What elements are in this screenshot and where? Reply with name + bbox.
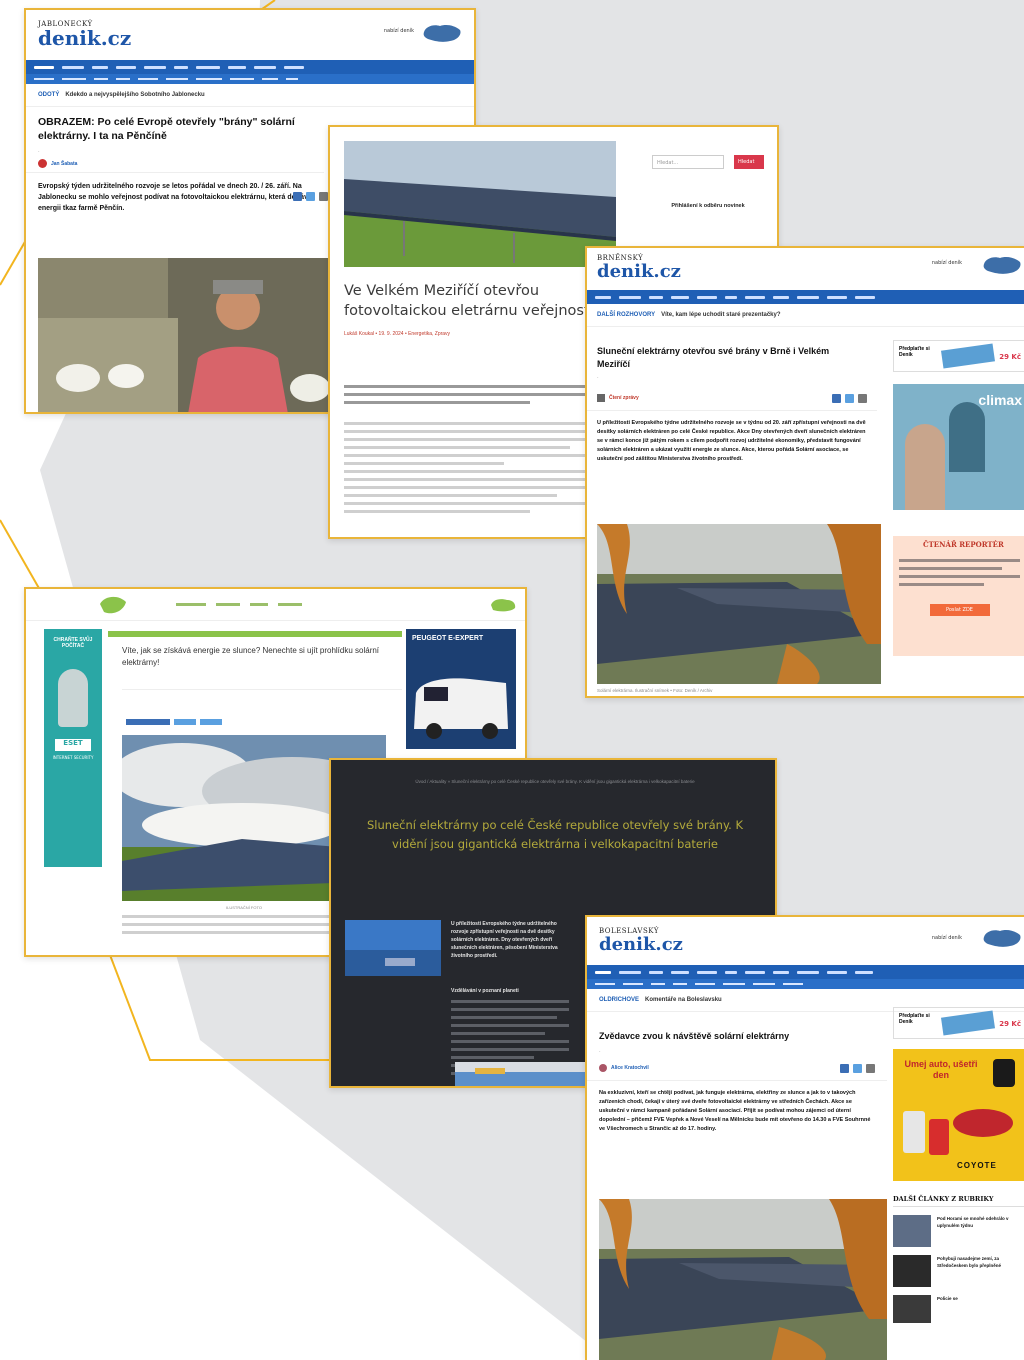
solar-roof-thumbnail	[345, 920, 441, 976]
eset-ad[interactable]: CHRAŇTE SVŮJ POČÍTAČ ESET INTERNET SECUR…	[44, 629, 102, 867]
subscription-ad[interactable]: Předplaťte si Deník 29 Kč	[893, 340, 1024, 372]
rubric-thumbnail	[893, 1215, 931, 1247]
share-buttons[interactable]	[836, 1058, 875, 1077]
author-avatar	[38, 159, 47, 168]
sub-nav[interactable]	[26, 74, 474, 84]
rubric-item[interactable]: Pohybují nasadejme zemí, za Středočeskem…	[893, 1255, 1024, 1295]
author-row: Čtení zprávy	[587, 385, 877, 411]
article-card-brnensky[interactable]: BRNĚNSKÝ denik.cz nabízí deník DALŠÍ ROZ…	[585, 246, 1024, 698]
article-meta: Lukáš Koukal • 19. 9. 2024 • Energetika,…	[344, 331, 451, 337]
peugeot-ad[interactable]: PEUGEOT E-EXPERT	[406, 629, 516, 749]
category-bar	[108, 631, 402, 637]
article-date: ·	[597, 375, 599, 381]
author-row: Jan Šabata	[26, 155, 324, 173]
newsletter-title: Přihlášení k odběru novinek	[671, 203, 745, 209]
twitter-icon[interactable]	[845, 394, 854, 403]
rubric-list: Pod Horami se mnohé odehrálo v uplynulém…	[893, 1215, 1024, 1325]
bottle-image	[903, 1111, 925, 1153]
email-icon[interactable]	[866, 1064, 875, 1073]
twitter-share-button[interactable]	[174, 719, 196, 725]
breadcrumb: DALŠÍ ROZHOVORY Víte, kam lépe uchodit st…	[587, 304, 1024, 327]
breadcrumb: ODOTÝ Kdekdo a nejvyspělejšího Sobotního …	[26, 84, 474, 107]
author-row: Alice Kratochvil	[587, 1055, 887, 1081]
article-lead: Na exkluzivní, kteří se chtějí podívat, …	[599, 1090, 871, 1132]
article-lead: U příležitosti Evropského týdne udržitel…	[451, 921, 558, 959]
rubric-item[interactable]: Policie se	[893, 1295, 1024, 1325]
twitter-icon[interactable]	[853, 1064, 862, 1073]
van-image	[414, 678, 508, 739]
header-right: nabízí deník	[931, 260, 962, 266]
author-avatar	[597, 393, 605, 402]
robot-image	[58, 669, 88, 727]
author-name[interactable]: Jan Šabata	[51, 161, 77, 167]
climax-ad[interactable]: climax	[893, 384, 1024, 510]
newspaper-image	[941, 1010, 995, 1036]
reporter-widget[interactable]: ČTENÁŘ REPORTÉR Poslat ZDE	[893, 536, 1024, 656]
main-nav[interactable]	[26, 60, 474, 74]
breadcrumb: Úvod / Aktuality » Sluneční elektrárny p…	[415, 779, 695, 784]
coyote-logo-icon	[993, 1059, 1015, 1087]
czech-map-icon	[983, 257, 1021, 274]
portal-nav[interactable]	[176, 603, 302, 606]
portal-logo-icon[interactable]	[98, 594, 128, 616]
facebook-icon[interactable]	[840, 1064, 849, 1073]
solar-field-photo	[599, 1199, 887, 1360]
share-buttons[interactable]	[289, 186, 328, 205]
email-icon[interactable]	[858, 394, 867, 403]
email-share-button[interactable]	[200, 719, 222, 725]
czech-map-icon	[983, 930, 1021, 947]
coyote-ad[interactable]: Umej auto, ušetři den COYOTE	[893, 1049, 1024, 1181]
article-title: OBRAZEM: Po celé Evropě otevřely "brány"…	[38, 116, 295, 142]
share-buttons[interactable]	[828, 388, 867, 407]
email-icon[interactable]	[319, 192, 328, 201]
facebook-icon[interactable]	[293, 192, 302, 201]
article-lead: U příležitosti Evropského týdne udržitel…	[597, 420, 866, 462]
search-input[interactable]: Hledat...	[652, 155, 724, 169]
facebook-icon[interactable]	[832, 394, 841, 403]
rubric-thumbnail	[893, 1255, 931, 1287]
farmer-photo	[38, 258, 334, 412]
solar-field-photo	[597, 524, 881, 684]
article-lead: Evropský týden udržitelného rozvoje se l…	[38, 183, 312, 212]
twitter-icon[interactable]	[306, 192, 315, 201]
article-title: Zvědavce zvou k návštěvě solární elektrá…	[599, 1031, 790, 1041]
article-subhead: Vzdělávání v poznaní planeti	[451, 988, 519, 994]
photo-caption: Solární elektrárna. Ilustrační snímek • …	[597, 688, 713, 693]
main-nav[interactable]	[587, 290, 1024, 304]
author-name[interactable]: Čtení zprávy	[609, 395, 639, 401]
rubric-item[interactable]: Pod Horami se mnohé odehrálo v uplynulém…	[893, 1215, 1024, 1255]
czech-map-icon	[423, 25, 461, 42]
search-button[interactable]: Hledat	[734, 155, 764, 169]
collage: JABLONECKÝ denik.cz nabízí deník ODOTÝ Kd…	[0, 0, 1024, 1360]
article-body	[344, 385, 610, 518]
photo-caption: ILUSTRAČNÍ FOTO	[226, 905, 262, 910]
rubric-title: DALŠÍ ČLÁNKY Z RUBRIKY	[893, 1195, 1024, 1207]
car-image	[953, 1109, 1013, 1137]
header-right: nabízí deník	[931, 935, 962, 941]
solar-panels-photo	[344, 141, 616, 267]
rubric-thumbnail	[893, 1295, 931, 1323]
sub-nav[interactable]	[587, 979, 1024, 989]
author-avatar	[599, 1063, 607, 1072]
header-right: nabízí deník	[383, 28, 414, 34]
article-card-boleslavsky[interactable]: BOLESLAVSKÝ denik.cz nabízí deník OLDRIC…	[585, 915, 1024, 1360]
article-title: Sluneční elektrárny otevřou své brány v …	[597, 346, 830, 369]
solar-roof-photo	[455, 1062, 595, 1086]
newspaper-image	[941, 343, 995, 369]
author-name[interactable]: Alice Kratochvil	[611, 1065, 649, 1071]
bottle-image-2	[929, 1119, 949, 1155]
czech-map-icon	[491, 599, 516, 612]
send-report-button[interactable]: Poslat ZDE	[929, 604, 990, 616]
main-nav[interactable]	[587, 965, 1024, 979]
article-title: Ve Velkém Meziříčí otevřou fotovoltaicko…	[344, 283, 594, 319]
facebook-share-button[interactable]	[126, 719, 170, 725]
share-buttons[interactable]	[126, 719, 222, 725]
article-title: Sluneční elektrárny po celé České republ…	[367, 818, 743, 851]
article-title: Víte, jak se získává energie ze slunce? …	[122, 646, 380, 667]
subscription-ad[interactable]: Předplaťte si Deník 29 Kč	[893, 1007, 1024, 1039]
portal-header	[26, 589, 525, 621]
